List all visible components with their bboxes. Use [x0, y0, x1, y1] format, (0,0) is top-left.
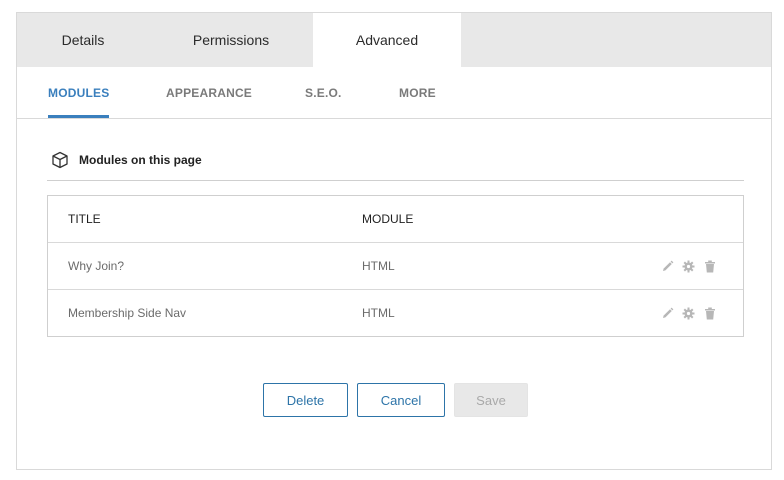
- table-header-row: TITLE MODULE: [48, 196, 743, 242]
- row-module: HTML: [362, 259, 395, 273]
- subtab-more[interactable]: MORE: [399, 67, 436, 118]
- page-settings-panel: Details Permissions Advanced MODULES APP…: [16, 12, 772, 470]
- column-header-title: TITLE: [68, 212, 101, 226]
- delete-button[interactable]: Delete: [263, 383, 348, 417]
- sub-tab-bar: MODULES APPEARANCE S.E.O. MORE: [17, 67, 771, 119]
- column-header-module: MODULE: [362, 212, 414, 226]
- delete-icon[interactable]: [702, 259, 717, 274]
- tab-advanced[interactable]: Advanced: [313, 13, 461, 67]
- edit-icon[interactable]: [660, 306, 675, 321]
- row-module: HTML: [362, 306, 395, 320]
- cube-icon: [52, 151, 68, 169]
- subtab-modules[interactable]: MODULES: [48, 67, 110, 118]
- subtab-appearance[interactable]: APPEARANCE: [166, 67, 252, 118]
- settings-icon[interactable]: [681, 306, 696, 321]
- save-button[interactable]: Save: [454, 383, 528, 417]
- section-title: Modules on this page: [79, 153, 202, 167]
- modules-table: TITLE MODULE Why Join? HTML Membership S…: [47, 195, 744, 337]
- table-row: Why Join? HTML: [48, 242, 743, 289]
- top-tab-bar: Details Permissions Advanced: [17, 13, 771, 67]
- tab-details[interactable]: Details: [17, 13, 149, 67]
- tab-permissions[interactable]: Permissions: [149, 13, 313, 67]
- table-row: Membership Side Nav HTML: [48, 289, 743, 336]
- cancel-button[interactable]: Cancel: [357, 383, 445, 417]
- modules-section-header: Modules on this page: [47, 149, 744, 181]
- delete-icon[interactable]: [702, 306, 717, 321]
- row-title: Membership Side Nav: [68, 306, 187, 320]
- row-actions: [660, 290, 717, 336]
- row-title: Why Join?: [68, 259, 125, 273]
- row-actions: [660, 243, 717, 289]
- settings-icon[interactable]: [681, 259, 696, 274]
- edit-icon[interactable]: [660, 259, 675, 274]
- subtab-seo[interactable]: S.E.O.: [305, 67, 342, 118]
